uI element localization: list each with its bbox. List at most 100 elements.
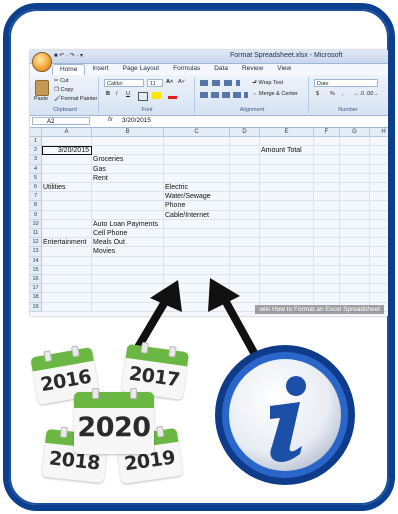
- cell-b5[interactable]: Rent: [92, 173, 164, 183]
- cell-b4[interactable]: Gas: [92, 164, 164, 174]
- row-header-14[interactable]: 14: [30, 256, 42, 266]
- cell-b13[interactable]: Movies: [92, 247, 164, 257]
- cell-g13[interactable]: [340, 247, 370, 257]
- row-header-16[interactable]: 16: [30, 275, 42, 285]
- cell-a19[interactable]: [42, 302, 92, 312]
- tab-formulas[interactable]: Formulas: [166, 64, 207, 75]
- cell-f17[interactable]: [314, 284, 340, 294]
- cell-b9[interactable]: [92, 210, 164, 220]
- cell-d11[interactable]: [230, 229, 260, 239]
- cell-c6[interactable]: Electric: [164, 183, 230, 193]
- cell-c5[interactable]: [164, 173, 230, 183]
- tab-data[interactable]: Data: [207, 64, 235, 75]
- row-header-10[interactable]: 10: [30, 219, 42, 229]
- cell-h2[interactable]: [370, 146, 388, 156]
- name-box[interactable]: A2: [32, 117, 90, 125]
- cell-c3[interactable]: [164, 155, 230, 165]
- row-header-11[interactable]: 11: [30, 229, 42, 239]
- cell-f15[interactable]: [314, 265, 340, 275]
- row-header-6[interactable]: 6: [30, 183, 42, 193]
- row-header-13[interactable]: 13: [30, 247, 42, 257]
- cell-a2[interactable]: 3/20/2015: [42, 146, 92, 156]
- cell-f3[interactable]: [314, 155, 340, 165]
- cell-b15[interactable]: [92, 265, 164, 275]
- cell-h10[interactable]: [370, 220, 388, 229]
- cell-b3[interactable]: Groceries: [92, 155, 164, 165]
- cell-f16[interactable]: [314, 275, 340, 285]
- cell-c8[interactable]: Phone: [164, 201, 230, 211]
- column-header-d[interactable]: D: [230, 128, 260, 137]
- cell-g17[interactable]: [340, 284, 370, 294]
- cell-b12[interactable]: Meals Out: [92, 238, 164, 248]
- row-header-5[interactable]: 5: [30, 173, 42, 183]
- row-header-18[interactable]: 18: [30, 293, 42, 303]
- select-all-corner[interactable]: [30, 128, 42, 137]
- shrink-font-button[interactable]: A˅: [178, 79, 185, 85]
- font-color-icon[interactable]: [168, 92, 177, 99]
- cell-f18[interactable]: [314, 293, 340, 303]
- cell-d14[interactable]: [230, 256, 260, 266]
- cell-e1[interactable]: [260, 137, 314, 147]
- cell-h16[interactable]: [370, 275, 388, 285]
- cell-g18[interactable]: [340, 293, 370, 303]
- column-header-c[interactable]: C: [164, 128, 230, 137]
- cell-d5[interactable]: [230, 173, 260, 183]
- cell-d4[interactable]: [230, 164, 260, 174]
- row-header-2[interactable]: 2: [30, 146, 42, 156]
- cell-h5[interactable]: [370, 174, 388, 183]
- cell-e10[interactable]: [260, 219, 314, 229]
- cell-g11[interactable]: [340, 229, 370, 239]
- cell-b1[interactable]: [92, 137, 164, 147]
- cell-h13[interactable]: [370, 247, 388, 257]
- cell-h1[interactable]: [370, 137, 388, 147]
- cell-f7[interactable]: [314, 192, 340, 202]
- tab-view[interactable]: View: [270, 64, 298, 75]
- cell-e11[interactable]: [260, 229, 314, 239]
- column-header-b[interactable]: B: [92, 128, 164, 137]
- merge-center-button[interactable]: ⇔ Merge & Center: [252, 91, 298, 97]
- cell-e13[interactable]: [260, 247, 314, 257]
- cell-d8[interactable]: [230, 201, 260, 211]
- cell-f1[interactable]: [314, 137, 340, 147]
- cell-b6[interactable]: [92, 183, 164, 193]
- cell-b11[interactable]: Cell Phone: [92, 229, 164, 239]
- cell-h9[interactable]: [370, 211, 388, 220]
- cell-e12[interactable]: [260, 238, 314, 248]
- cell-f12[interactable]: [314, 238, 340, 248]
- row-header-19[interactable]: 19: [30, 302, 42, 312]
- cell-a9[interactable]: [42, 210, 92, 220]
- cell-h18[interactable]: [370, 293, 388, 303]
- row-header-1[interactable]: 1: [30, 137, 42, 147]
- cell-e15[interactable]: [260, 265, 314, 275]
- column-header-f[interactable]: F: [314, 128, 340, 137]
- row-header-4[interactable]: 4: [30, 164, 42, 174]
- cell-c1[interactable]: [164, 137, 230, 147]
- cell-d13[interactable]: [230, 247, 260, 257]
- column-header-e[interactable]: E: [260, 128, 314, 137]
- row-header-7[interactable]: 7: [30, 192, 42, 202]
- row-header-15[interactable]: 15: [30, 265, 42, 275]
- row-header-8[interactable]: 8: [30, 201, 42, 211]
- cell-f4[interactable]: [314, 164, 340, 174]
- grow-font-button[interactable]: A˄: [166, 79, 173, 85]
- cell-e5[interactable]: [260, 173, 314, 183]
- cell-f9[interactable]: [314, 210, 340, 220]
- tab-home[interactable]: Home: [52, 64, 86, 75]
- cell-h12[interactable]: [370, 238, 388, 248]
- paste-icon[interactable]: [35, 80, 49, 96]
- cell-h17[interactable]: [370, 284, 388, 294]
- cell-b14[interactable]: [92, 256, 164, 266]
- row-header-17[interactable]: 17: [30, 284, 42, 294]
- cell-a16[interactable]: [42, 275, 92, 285]
- cell-g9[interactable]: [340, 210, 370, 220]
- cell-g16[interactable]: [340, 275, 370, 285]
- decimal-buttons[interactable]: ←.0 .00→: [354, 91, 379, 97]
- cell-h4[interactable]: [370, 165, 388, 174]
- cell-e9[interactable]: [260, 210, 314, 220]
- cell-b8[interactable]: [92, 201, 164, 211]
- cell-h11[interactable]: [370, 229, 388, 239]
- currency-button[interactable]: $: [316, 91, 319, 97]
- format-painter-button[interactable]: 🖌Format Painter: [54, 96, 97, 102]
- cell-a13[interactable]: [42, 247, 92, 257]
- cell-a11[interactable]: [42, 229, 92, 239]
